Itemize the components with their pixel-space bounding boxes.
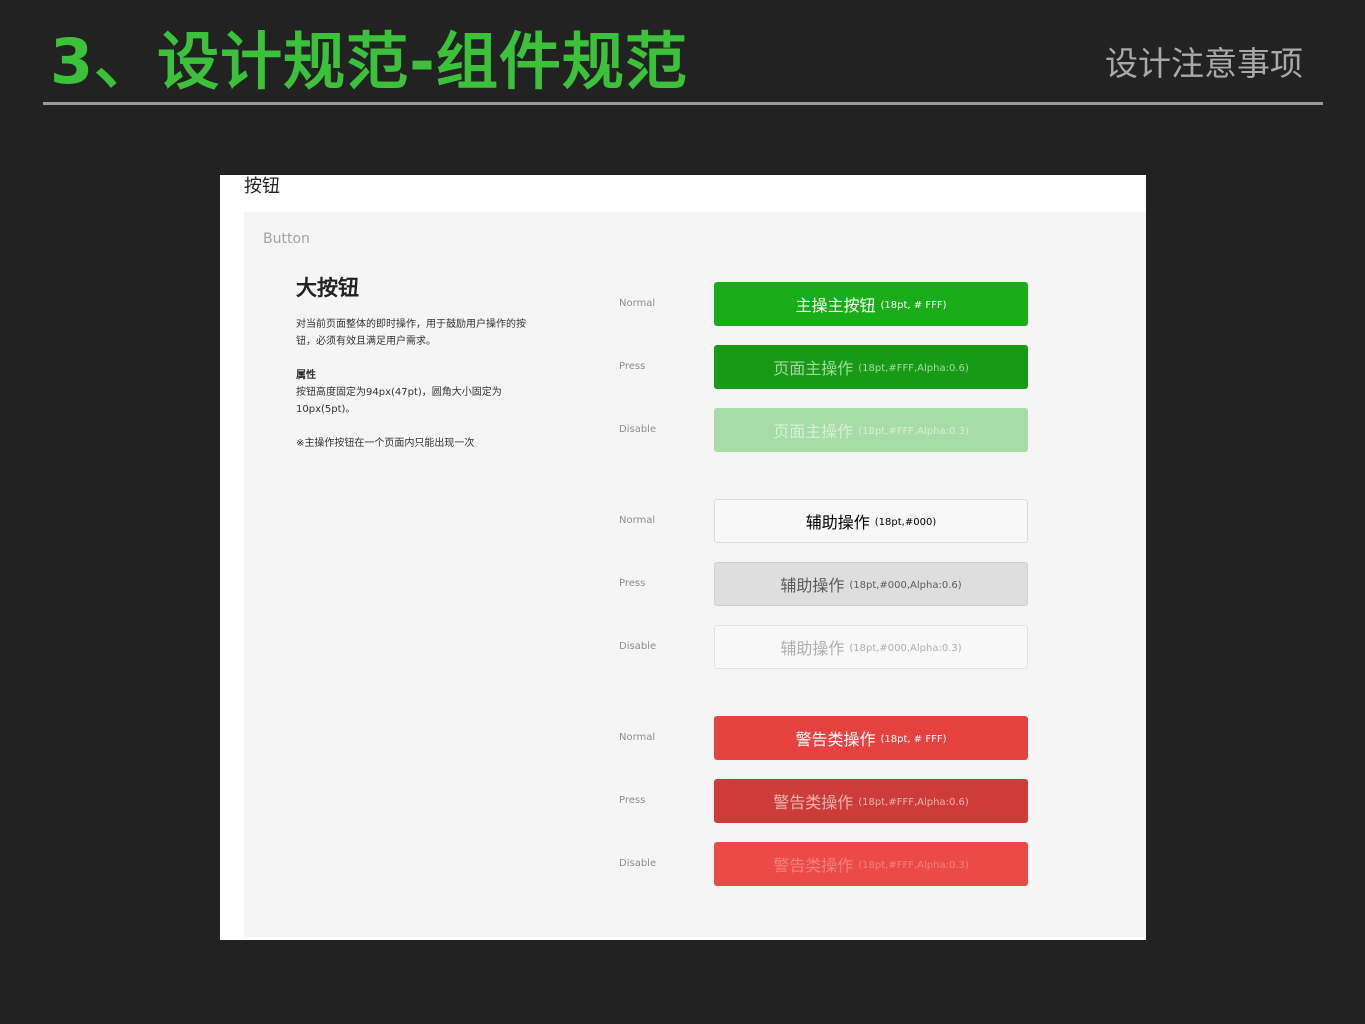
attributes-title: 属性	[296, 370, 316, 381]
button-spec-note: (18pt, # FFF)	[880, 733, 947, 745]
button-spec-note: (18pt,#FFF,Alpha:0.3)	[858, 425, 969, 437]
state-label: Normal	[619, 298, 656, 309]
panel-heading: 按钮	[244, 176, 280, 197]
usage-note: ※主操作按钮在一个页面内只能出现一次	[296, 438, 475, 449]
primary-button-disabled: 页面主操作 (18pt,#FFF,Alpha:0.3)	[714, 408, 1028, 452]
button-spec-note: (18pt,#FFF,Alpha:0.6)	[858, 796, 969, 808]
button-label: 警告类操作	[773, 856, 854, 875]
state-label: Normal	[619, 732, 656, 743]
state-label: Normal	[619, 515, 656, 526]
button-spec-area: Button 大按钮 对当前页面整体的即时操作，用于鼓励用户操作的按钮，必须有效…	[244, 212, 1146, 937]
button-label: 辅助操作	[780, 639, 845, 658]
button-spec-note: (18pt,#000,Alpha:0.6)	[849, 579, 962, 591]
button-spec-note: (18pt,#FFF,Alpha:0.3)	[858, 859, 969, 871]
primary-button-press[interactable]: 页面主操作 (18pt,#FFF,Alpha:0.6)	[714, 345, 1028, 389]
attributes-text: 按钮高度固定为94px(47pt)，圆角大小固定为10px(5pt)。	[296, 387, 502, 415]
component-description: 对当前页面整体的即时操作，用于鼓励用户操作的按钮，必须有效且满足用户需求。	[296, 319, 526, 347]
state-label: Disable	[619, 641, 657, 652]
warning-button-disabled: 警告类操作 (18pt,#FFF,Alpha:0.3)	[714, 842, 1028, 886]
secondary-button-disabled: 辅助操作 (18pt,#000,Alpha:0.3)	[714, 625, 1028, 669]
state-label: Press	[619, 795, 646, 806]
primary-button-normal[interactable]: 主操主按钮 (18pt, # FFF)	[714, 282, 1028, 326]
button-label: 页面主操作	[773, 359, 854, 378]
state-label: Press	[619, 578, 646, 589]
button-spec-note: (18pt,#000,Alpha:0.3)	[849, 642, 962, 654]
secondary-button-press[interactable]: 辅助操作 (18pt,#000,Alpha:0.6)	[714, 562, 1028, 606]
button-label: 页面主操作	[773, 422, 854, 441]
warning-button-press[interactable]: 警告类操作 (18pt,#FFF,Alpha:0.6)	[714, 779, 1028, 823]
button-spec-note: (18pt, # FFF)	[880, 299, 947, 311]
slide-title: 3、设计规范-组件规范	[50, 25, 688, 98]
button-label: 主操主按钮	[795, 296, 876, 315]
button-label: 警告类操作	[795, 730, 876, 749]
secondary-button-normal[interactable]: 辅助操作 (18pt,#000)	[714, 499, 1028, 543]
spec-panel: 按钮 Button 大按钮 对当前页面整体的即时操作，用于鼓励用户操作的按钮，必…	[220, 175, 1146, 940]
button-label: 辅助操作	[780, 576, 845, 595]
warning-button-normal[interactable]: 警告类操作 (18pt, # FFF)	[714, 716, 1028, 760]
title-divider	[43, 102, 1323, 105]
button-label: 辅助操作	[805, 513, 870, 532]
component-title: 大按钮	[296, 276, 359, 300]
slide-subtitle: 设计注意事项	[1105, 44, 1303, 83]
button-label: 警告类操作	[773, 793, 854, 812]
button-spec-note: (18pt,#000)	[874, 516, 937, 528]
state-label: Press	[619, 361, 646, 372]
state-label: Disable	[619, 858, 657, 869]
state-label: Disable	[619, 424, 657, 435]
button-spec-note: (18pt,#FFF,Alpha:0.6)	[858, 362, 969, 374]
section-label: Button	[263, 231, 310, 247]
